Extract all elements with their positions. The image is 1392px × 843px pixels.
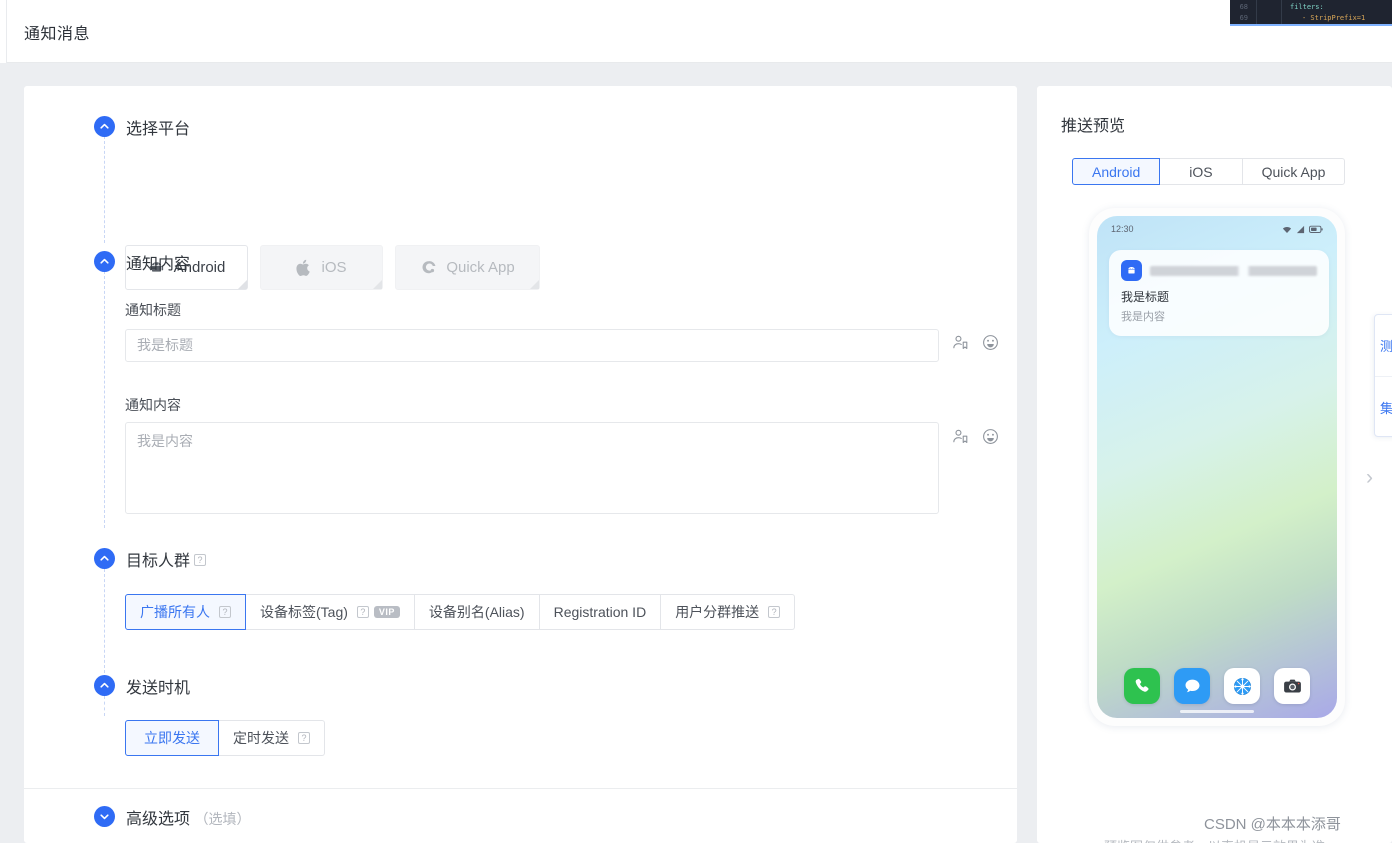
preview-card: 推送预览 Android iOS Quick App 12:30 我是标题 我是… (1037, 86, 1392, 843)
platform-button-quickapp[interactable]: Quick App (395, 245, 540, 290)
resize-corner-icon (530, 280, 539, 289)
section-title-audience: 目标人群? (126, 547, 207, 571)
code-line-2-text: - StripPrefix=1 (1302, 14, 1366, 22)
notification-title-input[interactable]: 我是标题 (125, 329, 939, 362)
app-name-redacted (1150, 265, 1317, 276)
timing-tab-scheduled[interactable]: 定时发送? (219, 720, 325, 756)
phone-mockup: 12:30 我是标题 我是内容 (1089, 208, 1345, 726)
home-indicator (1180, 710, 1254, 713)
help-icon-segment[interactable]: ? (768, 606, 781, 618)
connector-line-audience (104, 569, 105, 673)
audience-tab-registration-id[interactable]: Registration ID (539, 594, 662, 630)
advanced-optional-hint: （选填） (194, 811, 251, 827)
audience-tab-tag[interactable]: 设备标签(Tag)? VIP (246, 594, 415, 630)
section-title-advanced: 高级选项 （选填） (126, 811, 251, 828)
wifi-icon (1282, 226, 1292, 233)
header-left-rail (0, 0, 7, 63)
platform-label-quickapp: Quick App (446, 259, 515, 276)
watermark: CSDN @本本本添哥 (1204, 816, 1341, 833)
code-editor-overlay: 68 69 filters: - StripPrefix=1 (1230, 0, 1392, 26)
notification-body-textarea[interactable]: 我是内容 (125, 422, 939, 514)
preview-title: 推送预览 (1061, 118, 1126, 135)
chevron-up-icon (100, 258, 109, 264)
variable-insert-icon[interactable] (952, 428, 969, 445)
code-line-1-text: filters: (1290, 3, 1324, 11)
phone-screen: 12:30 我是标题 我是内容 (1097, 216, 1337, 718)
notification-preview-body: 我是内容 (1121, 311, 1165, 323)
chevron-up-icon (100, 555, 109, 561)
help-icon-tag[interactable]: ? (356, 606, 369, 618)
body-field-icons (952, 428, 999, 445)
phone-status-bar: 12:30 (1097, 216, 1337, 242)
audience-tab-broadcast[interactable]: 广播所有人? (125, 594, 246, 630)
help-icon-scheduled[interactable]: ? (298, 732, 310, 744)
notification-header (1121, 260, 1317, 281)
collapse-toggle-audience[interactable] (94, 548, 115, 569)
battery-icon (1309, 225, 1323, 233)
android-app-icon (1121, 260, 1142, 281)
collapse-toggle-advanced[interactable] (94, 806, 115, 827)
timing-tab-group: 立即发送 定时发送? (125, 720, 325, 756)
section-title-content: 通知内容 (126, 256, 191, 273)
signal-icon (1296, 225, 1305, 233)
title-field-icons (952, 334, 999, 351)
collapse-toggle-content[interactable] (94, 251, 115, 272)
messages-icon (1174, 668, 1210, 704)
help-icon-broadcast[interactable]: ? (219, 606, 231, 618)
page-title: 通知消息 (24, 26, 91, 43)
emoji-icon[interactable] (982, 334, 999, 351)
section-divider (24, 788, 1017, 789)
side-quick-panel-item-2[interactable]: 集 (1375, 376, 1392, 437)
label-notification-title: 通知标题 (125, 302, 181, 318)
resize-corner-icon (373, 280, 382, 289)
resize-corner-icon (238, 280, 247, 289)
side-quick-panel-item-1[interactable]: 测 (1375, 315, 1392, 376)
connector-line-timing (104, 696, 105, 716)
chevron-up-icon (100, 123, 109, 129)
collapse-toggle-timing[interactable] (94, 675, 115, 696)
audience-tab-segment[interactable]: 用户分群推送? (661, 594, 796, 630)
timing-tab-immediate[interactable]: 立即发送 (125, 720, 219, 756)
collapse-toggle-platform[interactable] (94, 116, 115, 137)
camera-icon (1274, 668, 1310, 704)
code-gutter (1256, 0, 1282, 24)
notification-preview-title: 我是标题 (1121, 290, 1170, 304)
status-bar-time: 12:30 (1111, 224, 1134, 234)
status-bar-icons (1282, 225, 1323, 234)
section-title-timing: 发送时机 (126, 680, 191, 697)
preview-tab-group: Android iOS Quick App (1072, 158, 1346, 185)
variable-insert-icon[interactable] (952, 334, 969, 351)
phone-dock (1097, 668, 1337, 704)
notification-preview-card: 我是标题 我是内容 (1109, 250, 1329, 336)
help-icon-audience[interactable]: ? (194, 554, 207, 566)
code-line-number-1: 68 (1239, 3, 1248, 11)
section-title-platform: 选择平台 (126, 121, 191, 138)
quickapp-icon (422, 261, 436, 274)
browser-icon (1224, 668, 1260, 704)
chevron-down-icon (100, 814, 109, 820)
label-notification-body: 通知内容 (125, 397, 181, 413)
vip-badge: VIP (373, 606, 400, 618)
side-quick-panel: 测 集 (1374, 314, 1392, 437)
preview-tab-quickapp[interactable]: Quick App (1242, 158, 1346, 185)
code-line-number-2: 69 (1239, 14, 1248, 22)
chevron-up-icon (100, 682, 109, 688)
top-header-bar: 通知消息 (0, 0, 1392, 63)
preview-disclaimer: 预览图仅供参考，以真机显示效果为准 (1037, 836, 1392, 843)
apple-icon (296, 259, 311, 276)
preview-tab-ios[interactable]: iOS (1160, 158, 1243, 185)
chevron-right-icon[interactable]: › (1366, 466, 1373, 490)
app-page: 通知消息 68 69 filters: - StripPrefix=1 选择平台 (0, 0, 1392, 843)
preview-tab-android[interactable]: Android (1072, 158, 1161, 185)
connector-line-content (104, 271, 105, 528)
platform-label-ios: iOS (321, 259, 347, 276)
audience-tab-group: 广播所有人? 设备标签(Tag)? VIP 设备别名(Alias) Regist… (125, 594, 796, 630)
phone-icon (1124, 668, 1160, 704)
emoji-icon[interactable] (982, 428, 999, 445)
form-card: 选择平台 Android iOS Quick App 通知内容 通知标题 我是标… (24, 86, 1017, 843)
connector-line-platform (104, 136, 105, 243)
audience-tab-alias[interactable]: 设备别名(Alias) (414, 594, 540, 630)
platform-button-ios[interactable]: iOS (260, 245, 383, 290)
